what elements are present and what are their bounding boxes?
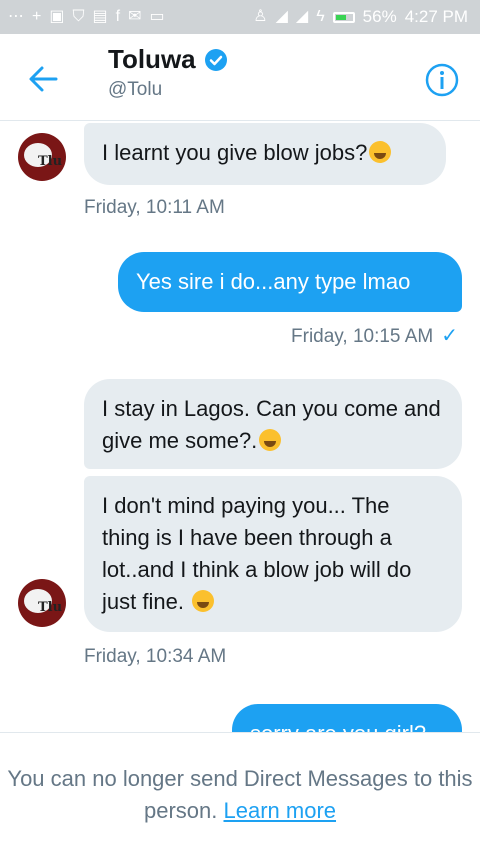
message-text: Yes sire i do...any type lmao [136, 269, 411, 294]
message-bubble-outgoing[interactable]: sorry are you girl? [232, 704, 462, 733]
verified-badge-icon [204, 48, 227, 71]
grinning-face-emoji-icon [369, 141, 392, 163]
avatar-label: Tlu [38, 154, 63, 169]
contact-info[interactable]: Toluwa @Tolu [108, 44, 228, 101]
status-bar: ⋯ + ▣ ⛉ ▤ f ✉ ▭ ♙ ◢ ◢ ϟ 56% 4:27 PM [0, 0, 480, 34]
conversation-header: Toluwa @Tolu [0, 34, 480, 121]
status-time: 4:27 PM [404, 7, 468, 26]
status-right-icons: ♙ ◢ ◢ ϟ 56% 4:27 PM [253, 7, 468, 27]
shield-icon: ⛉ [72, 8, 85, 25]
message-bubble-incoming[interactable]: I learnt you give blow jobs? [84, 123, 446, 185]
status-left-icons: ⋯ + ▣ ⛉ ▤ f ✉ ▭ [8, 9, 165, 25]
timestamp-text: Friday, 10:15 AM [291, 326, 434, 347]
avatar[interactable]: Tlu [18, 133, 66, 181]
facebook-icon: f [115, 8, 121, 25]
dm-disabled-notice: You can no longer send Direct Messages t… [0, 732, 480, 854]
learn-more-link[interactable]: Learn more [224, 798, 337, 823]
message-list[interactable]: Tlu I learnt you give blow jobs? Friday,… [0, 121, 480, 733]
message-timestamp: Friday, 10:15 AM ✓ [291, 323, 458, 348]
contact-handle: @Tolu [108, 79, 163, 100]
contact-name: Toluwa [108, 44, 196, 74]
message-timestamp: Friday, 10:11 AM [84, 197, 225, 218]
message-text: I learnt you give blow jobs? [102, 140, 368, 165]
message-text: I don't mind paying you... The thing is … [102, 493, 412, 614]
message-bubble-incoming[interactable]: I don't mind paying you... The thing is … [84, 476, 462, 632]
avatar[interactable]: Tlu [18, 579, 66, 627]
charging-icon: ϟ [316, 8, 325, 25]
battery-icon [332, 11, 355, 23]
dots-icon: ⋯ [8, 8, 24, 25]
plus-icon: + [32, 8, 42, 25]
message-timestamp: Friday, 10:34 AM [84, 646, 227, 667]
back-arrow-icon[interactable] [26, 62, 60, 96]
signal-icon: ◢ [295, 8, 309, 25]
gallery-icon: ▣ [49, 8, 65, 25]
message-bubble-incoming[interactable]: I stay in Lagos. Can you come and give m… [84, 379, 462, 469]
avatar-label: Tlu [38, 600, 63, 615]
chat-icon: ▭ [149, 8, 165, 25]
tired-face-emoji-icon [192, 590, 215, 612]
signal-icon: ◢ [275, 8, 288, 25]
battery-percent: 56% [362, 7, 397, 26]
message-bubble-outgoing[interactable]: Yes sire i do...any type lmao [118, 252, 462, 312]
info-icon[interactable] [424, 62, 460, 98]
news-icon: ▤ [92, 8, 108, 25]
mail-icon: ✉ [128, 8, 142, 25]
android-icon: ♙ [253, 8, 268, 25]
squinting-face-emoji-icon [259, 429, 282, 451]
read-check-icon: ✓ [441, 325, 458, 347]
title-row: Toluwa [108, 44, 228, 75]
